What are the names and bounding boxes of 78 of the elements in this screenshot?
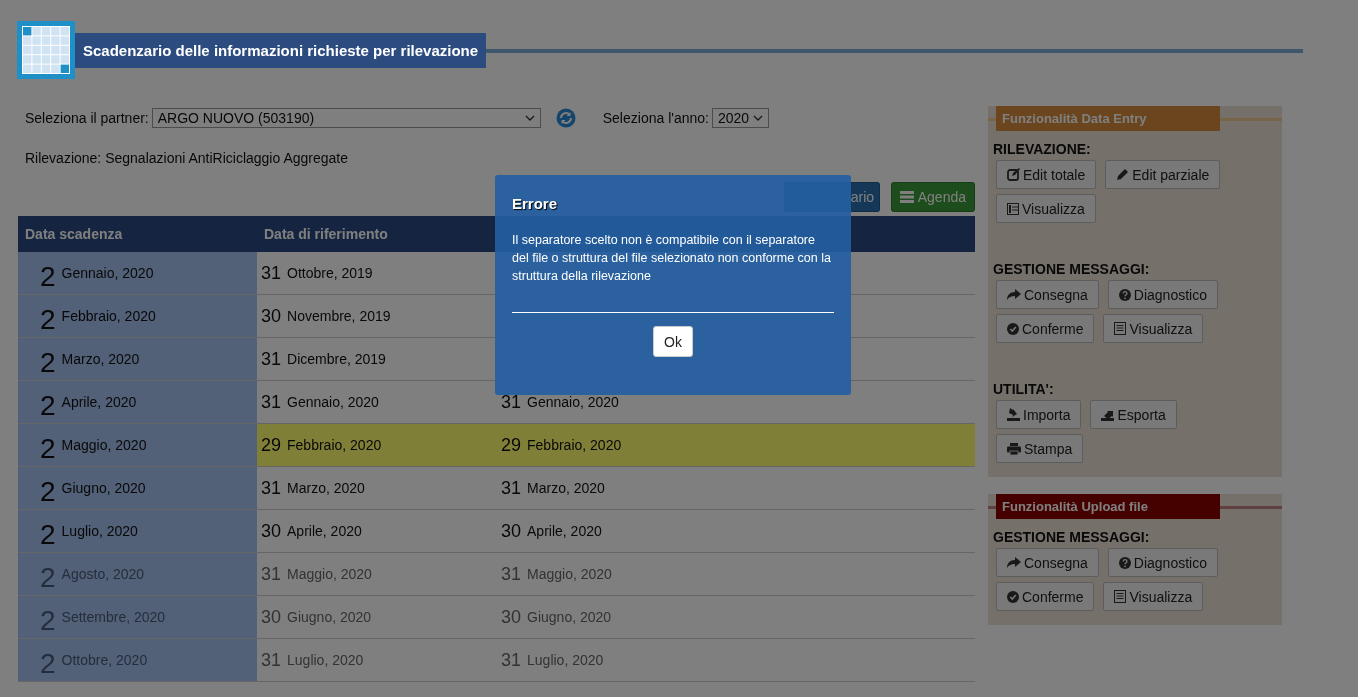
deadline-cell: 2 Maggio, 2020 <box>18 424 257 466</box>
check-circle-icon <box>1007 322 1019 335</box>
year-select[interactable]: 2020 <box>711 108 769 128</box>
question-icon <box>1118 288 1131 301</box>
reference-date-cell-text: 31 Marzo, 2020 <box>260 476 366 500</box>
year-label: Seleziona l'anno: <box>602 110 709 126</box>
date-cell: 31 Luglio, 2020 <box>501 649 604 671</box>
deadline-cell: 2 Giugno, 2020 <box>18 467 257 509</box>
dialog-message: Il separatore scelto non è compatibile con il separatore del file o struttura del file selezionato non conforme con la struttura della rilevazione <box>512 232 832 285</box>
deadline-cell: 2 Agosto, 2020 <box>18 553 257 595</box>
reference-date-cell-text: 29 Febbraio, 2020 <box>260 433 383 457</box>
reference-date-cell-text: 31 Luglio, 2020 <box>260 648 365 672</box>
section-heading: RILEVAZIONE: <box>993 141 1092 157</box>
check-circle-icon <box>1007 590 1019 603</box>
chevron-down-icon <box>752 115 763 121</box>
action-button[interactable]: Edit totale <box>996 160 1097 189</box>
action-button[interactable]: Conferme <box>996 314 1095 343</box>
deadline-cell: 2 Settembre, 2020 <box>18 596 257 638</box>
download-icon <box>1007 408 1020 421</box>
action-button[interactable]: Diagnostico <box>1107 548 1218 577</box>
panel-title: Funzionalità Data Entry <box>996 106 1220 131</box>
action-button[interactable]: Edit parziale <box>1105 160 1221 189</box>
table-icon <box>1007 202 1019 215</box>
action-button[interactable]: Stampa <box>996 434 1084 463</box>
section-heading: GESTIONE MESSAGGI: <box>993 529 1151 545</box>
action-button[interactable]: Visualizza <box>996 194 1096 223</box>
column-header: Data scadenza <box>24 226 124 242</box>
action-button[interactable]: Visualizza <box>1103 582 1204 611</box>
section-heading: UTILITA': <box>993 381 1055 397</box>
date-cell: 31 Gennaio, 2020 <box>501 391 619 413</box>
partner-select[interactable]: ARGO NUOVO (503190) <box>151 108 541 128</box>
action-button[interactable]: Consegna <box>996 548 1099 577</box>
date-cell: 31 Marzo, 2020 <box>501 477 605 499</box>
partner-label: Seleziona il partner: <box>25 110 149 126</box>
arrow-right-icon <box>1007 289 1021 300</box>
date-cell: 30 Giugno, 2020 <box>501 606 612 628</box>
edit-icon <box>1007 168 1020 181</box>
reference-date-cell-text: 31 Ottobre, 2019 <box>260 261 374 285</box>
deadline-cell: 2 Marzo, 2020 <box>18 338 257 380</box>
date-cell: 31 Maggio, 2020 <box>501 563 612 585</box>
date-cell: 30 Aprile, 2020 <box>501 520 602 542</box>
deadline-cell: 2 Ottobre, 2020 <box>18 639 257 681</box>
list-icon <box>1114 590 1127 603</box>
agenda-button[interactable]: Agenda <box>890 182 975 212</box>
pencil-icon <box>1116 168 1130 181</box>
reference-date-cell-text: 30 Aprile, 2020 <box>260 519 363 543</box>
action-button[interactable]: Diagnostico <box>1107 280 1218 309</box>
action-button[interactable]: Visualizza <box>1103 314 1204 343</box>
action-button[interactable]: Esporta <box>1090 400 1177 429</box>
reference-date-cell-text: 31 Dicembre, 2019 <box>260 347 387 371</box>
arrow-right-icon <box>1007 557 1021 568</box>
survey-label: Rilevazione: Segnalazioni AntiRiciclaggio Aggregate <box>24 149 349 166</box>
page-title: Scadenzario delle informazioni richieste per rilevazione <box>75 32 487 68</box>
section-heading: GESTIONE MESSAGGI: <box>993 261 1151 277</box>
refresh-icon[interactable] <box>555 108 576 128</box>
ok-button[interactable]: Ok <box>653 326 693 357</box>
deadline-cell: 2 Gennaio, 2020 <box>18 252 257 294</box>
list-icon <box>899 191 914 203</box>
question-icon <box>1118 556 1131 569</box>
reference-date-cell-text: 31 Maggio, 2020 <box>260 562 373 586</box>
column-header: Data di riferimento <box>263 226 389 242</box>
date-cell: 29 Febbraio, 2020 <box>501 434 622 456</box>
reference-date-cell-text: 30 Giugno, 2020 <box>260 605 373 629</box>
panel-title: Funzionalità Upload file <box>996 494 1220 519</box>
reference-date-cell-text: 30 Novembre, 2019 <box>260 304 392 328</box>
printer-icon <box>1007 442 1021 455</box>
deadline-cell: 2 Luglio, 2020 <box>18 510 257 552</box>
dialog-title: Errore <box>512 195 559 212</box>
action-button[interactable]: Consegna <box>996 280 1099 309</box>
action-button[interactable]: Conferme <box>996 582 1095 611</box>
deadline-cell: 2 Aprile, 2020 <box>18 381 257 423</box>
upload-icon <box>1101 408 1115 421</box>
chevron-down-icon <box>524 115 535 121</box>
deadline-cell: 2 Febbraio, 2020 <box>18 295 257 337</box>
list-icon <box>1114 322 1127 335</box>
action-button[interactable]: Importa <box>996 400 1082 429</box>
calendar-logo-icon <box>17 21 75 79</box>
reference-date-cell-text: 31 Gennaio, 2020 <box>260 390 380 414</box>
